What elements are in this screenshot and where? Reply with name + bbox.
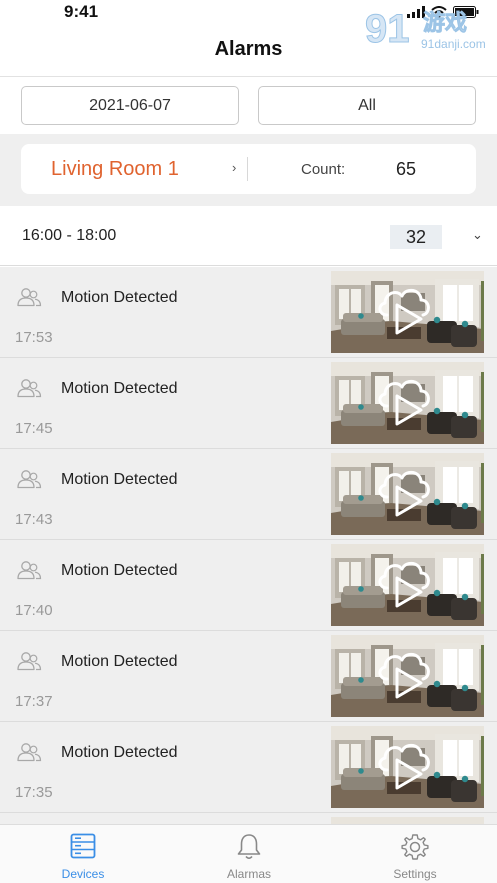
card-divider <box>247 157 248 181</box>
alarm-time: 17:40 <box>15 602 53 619</box>
alarm-title: Motion Detected <box>61 380 178 397</box>
video-thumbnail[interactable] <box>331 544 484 626</box>
group-count-badge: 32 <box>390 225 442 249</box>
tab-settings[interactable]: Settings <box>332 825 497 883</box>
alarm-title: Motion Detected <box>61 289 178 306</box>
person-icon <box>16 378 42 403</box>
device-name: Living Room 1 <box>51 158 179 180</box>
person-icon-svg <box>17 288 42 307</box>
video-thumbnail[interactable] <box>331 362 484 444</box>
alarm-title: Motion Detected <box>61 653 178 670</box>
device-card[interactable]: Living Room 1 › Count: 65 <box>21 144 476 194</box>
chevron-right-icon: › <box>232 160 237 175</box>
tab-alarms[interactable]: Alarmas <box>166 825 332 883</box>
person-icon <box>16 560 42 585</box>
device-card-area: Living Room 1 › Count: 65 <box>0 134 497 206</box>
time-group-header[interactable]: 16:00 - 18:00 32 ⌄ <box>0 206 497 266</box>
date-filter-button[interactable]: 2021-06-07 <box>21 86 239 125</box>
alarm-title: Motion Detected <box>61 471 178 488</box>
list-item[interactable]: Motion Detected 17:37 <box>0 631 497 722</box>
list-item-partial[interactable] <box>0 813 497 824</box>
alarm-time: 17:37 <box>15 693 53 710</box>
bell-icon <box>237 834 261 860</box>
server-icon <box>70 833 96 859</box>
video-thumbnail[interactable] <box>331 817 484 824</box>
person-icon-svg <box>17 652 42 671</box>
person-icon-svg <box>17 561 42 580</box>
person-icon <box>16 651 42 676</box>
person-icon <box>16 742 42 767</box>
tab-bar: Devices Alarmas Settings <box>0 824 497 883</box>
filter-row: 2021-06-07 All <box>0 77 497 134</box>
video-thumbnail[interactable] <box>331 453 484 535</box>
page-title: Alarms <box>214 38 283 60</box>
count-label: Count: <box>301 161 346 178</box>
person-icon <box>16 287 42 312</box>
alarm-time: 17:35 <box>15 784 53 801</box>
alarm-time: 17:43 <box>15 511 53 528</box>
person-icon-svg <box>17 743 42 762</box>
alarm-title: Motion Detected <box>61 562 178 579</box>
list-item[interactable]: Motion Detected 17:53 <box>0 267 497 358</box>
person-icon-svg <box>17 379 42 398</box>
tab-label-alarms: Alarmas <box>226 867 271 881</box>
alarm-time: 17:45 <box>15 420 53 437</box>
status-time: 9:41 <box>64 2 99 21</box>
alarm-title: Motion Detected <box>61 744 178 761</box>
time-range: 16:00 - 18:00 <box>22 227 117 244</box>
list-item[interactable]: Motion Detected 17:35 <box>0 722 497 813</box>
type-filter-button[interactable]: All <box>258 86 476 125</box>
list-item[interactable]: Motion Detected 17:43 <box>0 449 497 540</box>
tab-label-devices: Devices <box>61 867 105 881</box>
list-item[interactable]: Motion Detected 17:45 <box>0 358 497 449</box>
alarm-list[interactable]: Motion Detected 17:53 Motion Detected 17… <box>0 267 497 824</box>
video-thumbnail[interactable] <box>331 635 484 717</box>
tab-devices[interactable]: Devices <box>0 825 166 883</box>
video-thumbnail[interactable] <box>331 271 484 353</box>
person-icon-svg <box>17 470 42 489</box>
tab-label-settings: Settings <box>393 867 437 881</box>
video-thumbnail[interactable] <box>331 726 484 808</box>
person-icon <box>16 469 42 494</box>
count-value: 65 <box>396 159 417 179</box>
watermark-brand: 游戏 <box>423 10 467 36</box>
list-item[interactable]: Motion Detected 17:40 <box>0 540 497 631</box>
gear-icon <box>401 834 429 860</box>
chevron-down-icon[interactable]: ⌄ <box>472 227 483 243</box>
alarm-time: 17:53 <box>15 329 53 346</box>
